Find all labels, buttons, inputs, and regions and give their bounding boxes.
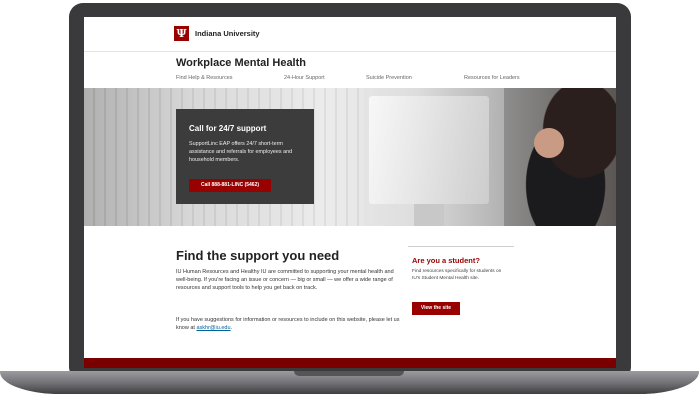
- nav-item-suicide-prevention[interactable]: Suicide Prevention: [366, 75, 412, 81]
- hero-monitor: [369, 96, 489, 204]
- intro-paragraph: IU Human Resources and Healthy IU are co…: [176, 269, 394, 291]
- view-site-button[interactable]: View the site: [412, 302, 460, 315]
- student-text: Find resources specifically for students…: [412, 269, 502, 281]
- site-header: Ψ Indiana University: [84, 17, 616, 52]
- iu-trident-logo-icon[interactable]: Ψ: [174, 26, 189, 41]
- hero-person: [504, 88, 616, 226]
- hero-monitor-stand: [414, 204, 444, 226]
- hero-image: [84, 88, 616, 226]
- hero-person-face: [534, 128, 564, 158]
- support-callout: Call for 24/7 support SupportLinc EAP of…: [176, 109, 314, 204]
- nav-item-resources-for-leaders[interactable]: Resources for Leaders: [464, 75, 520, 81]
- call-support-button[interactable]: Call 888-881-LINC (5462): [189, 179, 271, 192]
- nav-item-24-hour-support[interactable]: 24-Hour Support: [284, 75, 325, 81]
- email-link[interactable]: askhr@iu.edu: [196, 325, 230, 331]
- laptop-hinge-notch: [294, 371, 404, 376]
- student-callout: Are you a student? Find resources specif…: [408, 246, 514, 317]
- footer-bar: [84, 358, 616, 368]
- site-title[interactable]: Workplace Mental Health: [176, 57, 306, 69]
- laptop-screen: Ψ Indiana University Workplace Mental He…: [84, 17, 616, 368]
- university-name[interactable]: Indiana University: [195, 29, 260, 38]
- main-nav: Find Help & Resources 24-Hour Support Su…: [176, 75, 536, 85]
- callout-title: Call for 24/7 support: [189, 124, 267, 133]
- student-title: Are you a student?: [412, 256, 480, 265]
- nav-item-find-help[interactable]: Find Help & Resources: [176, 75, 233, 81]
- callout-body: SupportLinc EAP offers 24/7 short-term a…: [189, 141, 293, 163]
- main-heading: Find the support you need: [176, 248, 340, 263]
- suggestions-period: .: [230, 324, 233, 331]
- suggestions-paragraph: If you have suggestions for information …: [176, 317, 402, 333]
